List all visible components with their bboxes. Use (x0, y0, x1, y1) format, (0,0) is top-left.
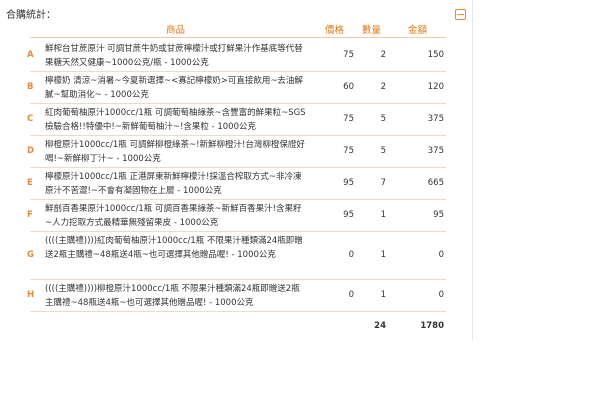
table-row: H ((((主購禮))))柳橙原汁1000cc/1瓶 不限果汁種類滿24瓶即贈送2… (0, 280, 472, 312)
row-amount: 0 (438, 250, 444, 260)
table-row: D 柳橙原汁1000cc/1瓶 可調鮮柳橙綠茶~!新鮮柳橙汁!台灣柳橙保證好喝!~… (0, 136, 472, 168)
table-row: A 鮮榨台甘蔗原汁 可調甘蔗牛奶或甘蔗檸檬汁或打鮮果汁作基底等代替果糖天然又健康~… (0, 40, 472, 72)
row-amount: 665 (427, 178, 444, 188)
header-qty: 數量 (362, 25, 382, 36)
table-row: E 檸檬原汁1000cc/1瓶 正港屏東新鮮檸檬汁!採溫合榨取方式~非冷凍原汁不苦… (0, 168, 472, 200)
row-amount: 150 (427, 50, 444, 60)
header-divider (30, 37, 446, 38)
row-qty: 1 (380, 290, 386, 300)
row-letter: F (27, 210, 33, 220)
row-qty: 1 (380, 250, 386, 260)
total-amount: 1780 (420, 321, 444, 331)
row-qty: 7 (380, 178, 386, 188)
row-amount: 375 (427, 114, 444, 124)
product-name: 鮮剖百香果原汁1000cc/1瓶 可調百香果綠茶~新鮮百香果汁!含果籽~人力挖取… (45, 204, 302, 228)
row-qty: 1 (380, 210, 386, 220)
row-price: 75 (343, 50, 354, 60)
row-price: 95 (343, 178, 354, 188)
table-row: G ((((主購禮))))紅肉葡萄柚原汁1000cc/1瓶 不限果汁種類滿24瓶即… (0, 232, 472, 280)
row-price: 95 (343, 210, 354, 220)
row-letter: C (27, 114, 34, 124)
table-row: F 鮮剖百香果原汁1000cc/1瓶 可調百香果綠茶~新鮮百香果汁!含果籽~人力挖… (0, 200, 472, 232)
header-amount: 金額 (408, 25, 428, 36)
row-price: 0 (348, 250, 354, 260)
row-letter: A (27, 50, 34, 60)
product-name: ((((主購禮))))紅肉葡萄柚原汁1000cc/1瓶 不限果汁種類滿24瓶即贈… (45, 236, 303, 260)
row-amount: 95 (433, 210, 444, 220)
row-price: 75 (343, 114, 354, 124)
product-name: 檸檬奶 清涼~消暑~今夏新選擇~<寡記檸檬奶>可直接飲用~去油解膩~幫助消化~ … (45, 76, 303, 100)
row-amount: 120 (427, 82, 444, 92)
table-row: C 紅肉葡萄柚原汁1000cc/1瓶 可調葡萄柚綠茶~含豐富的鮮果粒~SGS檢驗合… (0, 104, 472, 136)
total-qty: 24 (374, 321, 386, 331)
row-amount: 375 (427, 146, 444, 156)
row-qty: 5 (380, 114, 386, 124)
panel-title: 合購統計： (6, 10, 56, 21)
product-name: 檸檬原汁1000cc/1瓶 正港屏東新鮮檸檬汁!採溫合榨取方式~非冷凍原汁不苦澀… (45, 172, 302, 196)
product-name: 鮮榨台甘蔗原汁 可調甘蔗牛奶或甘蔗檸檬汁或打鮮果汁作基底等代替果糖天然又健康~1… (45, 44, 303, 68)
row-price: 0 (348, 290, 354, 300)
row-letter: E (27, 178, 33, 188)
row-price: 75 (343, 146, 354, 156)
row-qty: 2 (380, 50, 386, 60)
row-qty: 5 (380, 146, 386, 156)
row-price: 60 (343, 82, 354, 92)
row-letter: B (27, 82, 34, 92)
row-letter: D (27, 146, 35, 156)
product-name: 柳橙原汁1000cc/1瓶 可調鮮柳橙綠茶~!新鮮柳橙汁!台灣柳橙保證好喝!~新… (45, 140, 305, 164)
product-name: ((((主購禮))))柳橙原汁1000cc/1瓶 不限果汁種類滿24瓶即贈送2瓶… (45, 284, 300, 308)
header-product: 商品 (166, 25, 186, 36)
table-row: B 檸檬奶 清涼~消暑~今夏新選擇~<寡記檸檬奶>可直接飲用~去油解膩~幫助消化~… (0, 72, 472, 104)
collapse-icon[interactable]: − (455, 9, 466, 20)
row-divider (30, 311, 446, 312)
header-price: 價格 (325, 25, 345, 36)
row-letter: H (27, 290, 35, 300)
product-name: 紅肉葡萄柚原汁1000cc/1瓶 可調葡萄柚綠茶~含豐富的鮮果粒~SGS檢驗合格… (45, 108, 306, 132)
group-purchase-panel: 合購統計： − 商品 價格 數量 金額 A 鮮榨台甘蔗原汁 可調甘蔗牛奶或甘蔗檸檬… (0, 0, 473, 340)
row-letter: G (27, 250, 34, 260)
row-qty: 2 (380, 82, 386, 92)
row-amount: 0 (438, 290, 444, 300)
